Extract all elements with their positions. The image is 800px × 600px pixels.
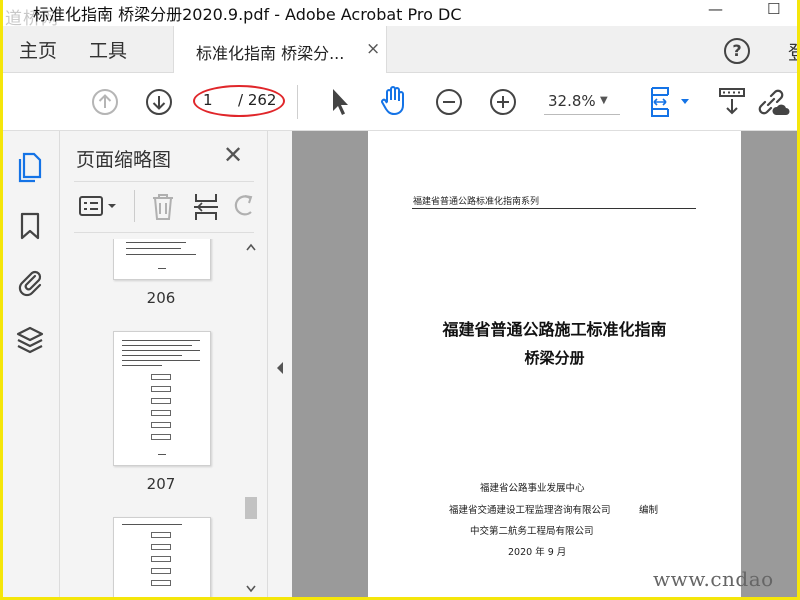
thumb-text-line [158,268,166,269]
bookmarks-icon[interactable] [18,211,42,241]
thumb-text-line [122,360,200,361]
zoom-out-icon[interactable] [435,88,463,116]
publisher-1: 福建省公路事业发展中心 [480,483,585,494]
publisher-3: 中交第二航务工程局有限公司 [470,526,594,537]
thumb-text-line [126,248,181,249]
tab-document-label: 标准化指南 桥梁分... [196,44,345,63]
thumbnail-options-icon[interactable] [78,194,122,220]
page-thumbnails-panel: 页面缩略图 ✕ 206 207 [60,131,267,597]
document-viewer[interactable]: 福建省普通公路标准化指南系列 福建省普通公路施工标准化指南 桥梁分册 福建省公路… [292,131,797,597]
help-button[interactable]: ? [724,38,750,64]
thumbnail-number: 206 [146,289,176,307]
main-toolbar: 1 / 262 32.8% ▼ [3,73,797,131]
tab-home[interactable]: 主页 [19,36,57,63]
tab-document[interactable]: 标准化指南 桥梁分... × [173,26,387,73]
thumb-flow-box [151,580,171,586]
scroll-up-icon[interactable] [246,243,256,251]
minimize-button[interactable]: — [708,0,723,18]
document-title: 福建省普通公路施工标准化指南 [442,320,667,339]
thumb-flow-box [151,410,171,416]
thumb-flow-box [151,422,171,428]
select-pointer-icon[interactable] [329,87,351,117]
edit-label: 编制 [639,505,659,516]
title-bar: 道桥网 标准化指南 桥梁分册2020.9.pdf - Adobe Acrobat… [3,0,797,29]
scroll-mode-icon[interactable] [717,86,747,118]
thumb-flow-box [151,398,171,404]
thumbnail-list: 206 207 [60,239,242,597]
thumb-flow-box [151,434,171,440]
next-page-icon[interactable] [145,88,173,116]
thumb-text-line [122,355,182,356]
prev-page-icon[interactable] [91,88,119,116]
hand-tool-icon[interactable] [378,85,410,117]
series-header: 福建省普通公路标准化指南系列 [413,197,540,207]
scrollbar-thumb[interactable] [245,497,257,519]
highlight-ellipse [193,85,285,117]
thumbnail-scrollbar[interactable] [242,239,260,597]
toolbar-divider [297,85,298,119]
thumbnail-page-208[interactable] [113,517,211,597]
page-thumbnails-icon[interactable] [15,151,43,183]
thumb-text-line [126,254,196,255]
thumb-text-line [122,524,182,525]
window-title: 标准化指南 桥梁分册2020.9.pdf - Adobe Acrobat Pro… [33,5,462,24]
scroll-down-icon[interactable] [246,585,256,593]
close-panel-button[interactable]: ✕ [223,141,243,169]
thumb-flow-box [151,568,171,574]
zoom-in-icon[interactable] [489,88,517,116]
fit-page-icon[interactable] [648,85,694,119]
thumb-text-line [158,454,166,455]
insert-page-icon[interactable] [192,192,220,222]
sign-in-button[interactable]: 登 [788,38,797,65]
thumb-text-line [122,350,200,351]
tab-tools[interactable]: 工具 [89,36,127,63]
chevron-down-icon: ▼ [600,95,608,106]
thumb-text-line [122,365,162,366]
publish-date: 2020 年 9 月 [508,547,567,558]
zoom-select[interactable]: 32.8% ▼ [544,88,620,115]
layers-icon[interactable] [15,324,45,356]
thumb-text-line [122,345,192,346]
tools-divider [134,190,135,222]
close-tab-button[interactable]: × [366,39,380,59]
thumb-flow-box [151,532,171,538]
tabs-bar: 主页 工具 标准化指南 桥梁分... × ? 登 [3,26,797,73]
thumbnail-page-207[interactable] [113,331,211,466]
navigation-pane-icons [3,131,60,597]
document-subtitle: 桥梁分册 [524,349,585,367]
delete-page-icon[interactable] [150,192,176,222]
site-watermark: www.cndao [653,567,774,591]
collapse-arrow-icon[interactable] [276,362,284,374]
header-rule [412,208,696,209]
pdf-page: 福建省普通公路标准化指南系列 福建省普通公路施工标准化指南 桥梁分册 福建省公路… [368,131,741,597]
share-link-icon[interactable] [754,85,790,119]
app-window: 道桥网 标准化指南 桥梁分册2020.9.pdf - Adobe Acrobat… [3,0,797,597]
thumbnail-number: 207 [146,475,176,493]
thumb-text-line [126,242,186,243]
maximize-button[interactable]: ☐ [767,0,780,18]
thumbnail-tools [74,181,254,233]
panel-title: 页面缩略图 [76,149,172,171]
collapse-panel-handle[interactable] [267,131,292,597]
thumbnail-page-206[interactable] [113,239,211,280]
thumb-flow-box [151,544,171,550]
thumb-text-line [122,340,200,341]
thumb-flow-box [151,386,171,392]
thumb-flow-box [151,556,171,562]
rotate-page-icon[interactable] [232,192,256,222]
zoom-value: 32.8% [548,92,596,110]
attachments-icon[interactable] [16,266,44,298]
publisher-2: 福建省交通建设工程监理咨询有限公司 [449,505,611,516]
thumb-flow-box [151,374,171,380]
